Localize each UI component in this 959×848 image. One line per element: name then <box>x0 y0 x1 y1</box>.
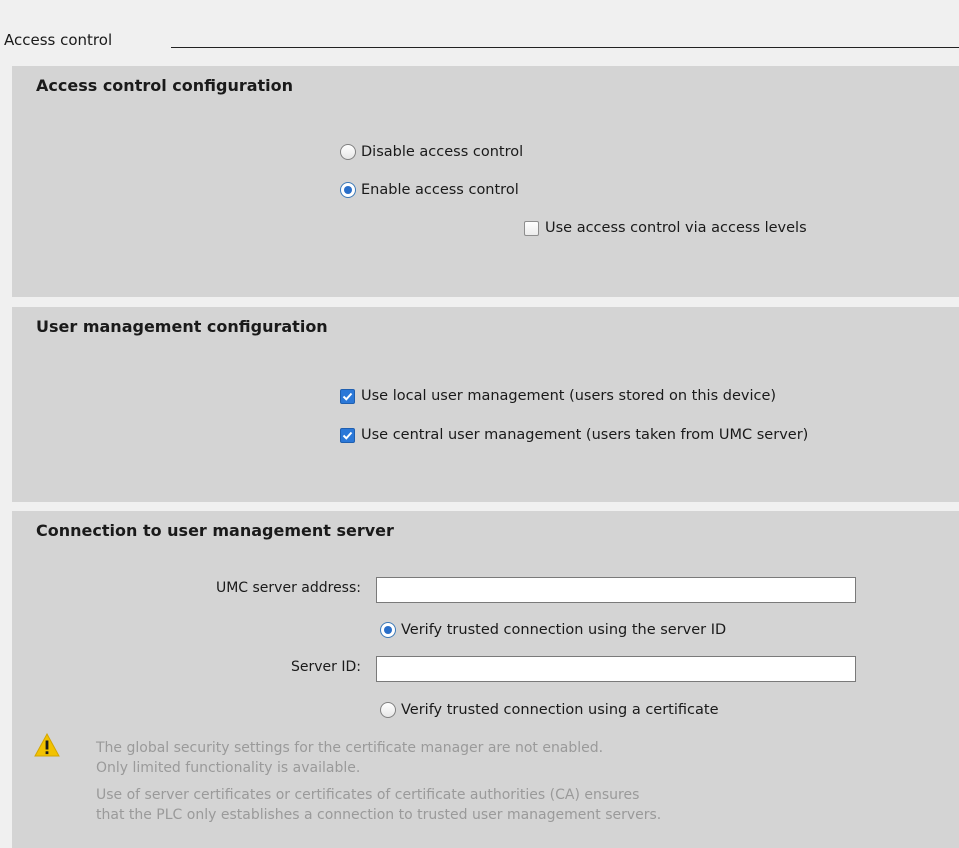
warning-line: Only limited functionality is available. <box>96 760 361 776</box>
verify-certificate-label: Verify trusted connection using a certif… <box>401 702 719 718</box>
verify-server-id-radio[interactable]: Verify trusted connection using the serv… <box>380 622 726 638</box>
radio-checked-icon[interactable] <box>380 622 396 638</box>
access-levels-checkbox[interactable]: Use access control via access levels <box>524 220 807 236</box>
radio-unchecked-icon[interactable] <box>380 702 396 718</box>
verify-certificate-radio[interactable]: Verify trusted connection using a certif… <box>380 702 719 718</box>
umc-connection-section: Connection to user management server UMC… <box>12 511 959 848</box>
header-divider <box>171 47 959 48</box>
enable-access-control-label: Enable access control <box>361 182 519 198</box>
section-title: Connection to user management server <box>36 521 394 540</box>
disable-access-control-radio[interactable]: Disable access control <box>340 144 523 160</box>
server-id-input[interactable] <box>376 656 856 682</box>
central-user-management-label: Use central user management (users taken… <box>361 427 809 443</box>
page-title: Access control <box>4 31 113 49</box>
section-title: Access control configuration <box>36 76 294 95</box>
umc-server-address-label: UMC server address: <box>215 580 361 596</box>
local-user-management-label: Use local user management (users stored … <box>361 388 777 404</box>
checkbox-checked-icon[interactable] <box>340 388 355 404</box>
warning-line: that the PLC only establishes a connecti… <box>96 807 662 823</box>
umc-server-address-input[interactable] <box>376 577 856 603</box>
warning-triangle-icon <box>34 732 60 758</box>
radio-checked-icon[interactable] <box>340 182 356 198</box>
access-control-configuration-section: Access control configuration Disable acc… <box>12 66 959 297</box>
access-levels-label: Use access control via access levels <box>545 220 807 236</box>
central-user-management-checkbox[interactable]: Use central user management (users taken… <box>340 427 808 443</box>
checkbox-unchecked-icon[interactable] <box>524 220 539 236</box>
verify-server-id-label: Verify trusted connection using the serv… <box>401 622 727 638</box>
checkbox-checked-icon[interactable] <box>340 427 355 443</box>
warning-line: Use of server certificates or certificat… <box>96 787 640 803</box>
radio-unchecked-icon[interactable] <box>340 144 356 160</box>
section-title: User management configuration <box>36 317 328 336</box>
server-id-label: Server ID: <box>291 659 361 675</box>
enable-access-control-radio[interactable]: Enable access control <box>340 182 519 198</box>
disable-access-control-label: Disable access control <box>361 144 524 160</box>
local-user-management-checkbox[interactable]: Use local user management (users stored … <box>340 388 776 404</box>
editor-header: Access control <box>0 30 959 54</box>
warning-line: The global security settings for the cer… <box>96 740 604 756</box>
user-management-configuration-section: User management configuration Use local … <box>12 307 959 502</box>
